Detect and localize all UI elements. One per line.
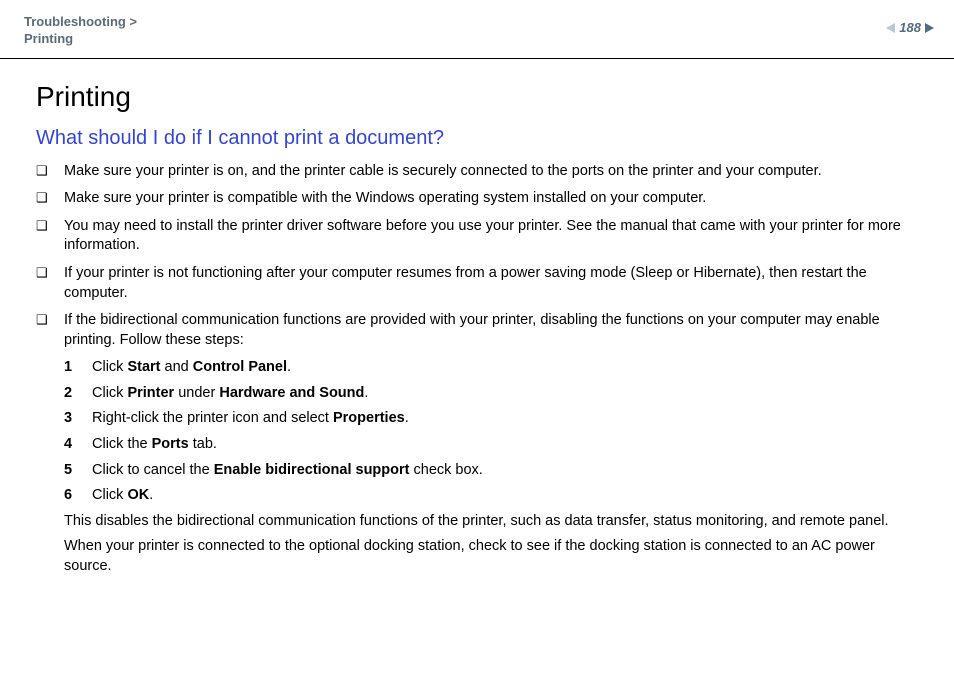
breadcrumb: Troubleshooting > Printing (24, 14, 137, 48)
step-item: 2Click Printer under Hardware and Sound. (64, 384, 924, 404)
paragraph: This disables the bidirectional communic… (64, 512, 924, 532)
step-list: 1Click Start and Control Panel. 2Click P… (64, 358, 924, 505)
step-number: 4 (64, 435, 92, 455)
step-item: 3Right-click the printer icon and select… (64, 409, 924, 429)
list-item: ❑Make sure your printer is on, and the p… (36, 162, 924, 182)
breadcrumb-child: Printing (24, 31, 137, 48)
step-item: 6Click OK. (64, 486, 924, 506)
step-number: 3 (64, 409, 92, 429)
section-heading: What should I do if I cannot print a doc… (36, 127, 924, 150)
step-item: 5Click to cancel the Enable bidirectiona… (64, 461, 924, 481)
step-item: 1Click Start and Control Panel. (64, 358, 924, 378)
paragraph: When your printer is connected to the op… (64, 537, 924, 576)
page-header: Troubleshooting > Printing 188 (0, 0, 954, 59)
bullet-icon: ❑ (36, 162, 64, 180)
bullet-icon: ❑ (36, 311, 64, 329)
bullet-list: ❑Make sure your printer is on, and the p… (36, 162, 924, 351)
list-item: ❑You may need to install the printer dri… (36, 217, 924, 256)
bullet-icon: ❑ (36, 217, 64, 235)
step-number: 5 (64, 461, 92, 481)
bullet-icon: ❑ (36, 264, 64, 282)
page-title: Printing (36, 81, 924, 113)
bullet-text: You may need to install the printer driv… (64, 217, 924, 256)
bullet-text: Make sure your printer is compatible wit… (64, 189, 924, 209)
step-number: 6 (64, 486, 92, 506)
step-item: 4Click the Ports tab. (64, 435, 924, 455)
breadcrumb-parent[interactable]: Troubleshooting > (24, 14, 137, 31)
prev-page-icon[interactable] (886, 23, 895, 33)
list-item: ❑If the bidirectional communication func… (36, 311, 924, 350)
bullet-text: Make sure your printer is on, and the pr… (64, 162, 924, 182)
bullet-icon: ❑ (36, 189, 64, 207)
next-page-icon[interactable] (925, 23, 934, 33)
step-text: Click Start and Control Panel. (92, 358, 291, 378)
step-text: Click OK. (92, 486, 153, 506)
bullet-text: If your printer is not functioning after… (64, 264, 924, 303)
list-item: ❑Make sure your printer is compatible wi… (36, 189, 924, 209)
content-area: Printing What should I do if I cannot pr… (0, 59, 954, 577)
bullet-text: If the bidirectional communication funct… (64, 311, 924, 350)
step-number: 1 (64, 358, 92, 378)
list-item: ❑If your printer is not functioning afte… (36, 264, 924, 303)
step-number: 2 (64, 384, 92, 404)
page-nav: 188 (886, 20, 934, 35)
step-text: Click the Ports tab. (92, 435, 217, 455)
step-text: Right-click the printer icon and select … (92, 409, 409, 429)
step-text: Click to cancel the Enable bidirectional… (92, 461, 483, 481)
step-text: Click Printer under Hardware and Sound. (92, 384, 368, 404)
page-number: 188 (899, 20, 921, 35)
